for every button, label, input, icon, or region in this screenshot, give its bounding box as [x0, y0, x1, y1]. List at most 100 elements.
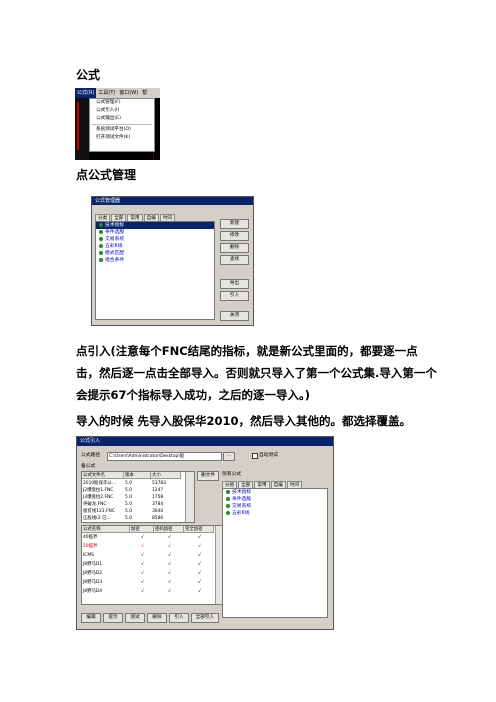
menu-screenshot: 公式(R) 工具(T) 窗口(W) 帮 公式管理(F) 公式引入(I) 公式输出(E)…	[75, 88, 160, 160]
import-all-button[interactable]: 全部引入	[191, 613, 219, 623]
manager-tabs: 分类 全部 常用 自编 时间	[95, 214, 176, 222]
table-row[interactable]: 40临界 √ √ √	[82, 534, 214, 541]
column-header: 密码加密	[154, 526, 184, 533]
table-row[interactable]: J8野马D3 √ √ √	[82, 579, 214, 586]
file-size: 1758	[152, 495, 164, 500]
file-size: 1247	[152, 488, 164, 493]
table-row[interactable]: 50临界 √ √ √	[82, 543, 214, 550]
list-item-label: 条件选股	[232, 497, 252, 502]
existing-list: 技术指标 条件选股 交易系统 五彩K线	[222, 488, 328, 618]
table-row[interactable]: 2010股保华公... 5.0 53783	[82, 480, 182, 487]
file-name: 庄股线(2.已...	[83, 516, 111, 521]
list-item-label: 交易系统	[232, 504, 252, 509]
password-encrypt-mark: √	[168, 589, 171, 594]
delete-file-button[interactable]: 删文件	[197, 471, 219, 481]
export-button[interactable]: 导出	[220, 279, 249, 289]
list-item[interactable]: 交易系统	[223, 503, 327, 510]
encrypt-mark: √	[141, 553, 144, 558]
table-row[interactable]: J3爆盘拉2.FNC 5.0 1758	[82, 494, 182, 501]
table-row[interactable]: J8野马D2 √ √ √	[82, 570, 214, 577]
list-item[interactable]: 交易系统	[96, 236, 214, 243]
modify-button[interactable]: 修改	[220, 231, 249, 241]
column-header: 大小	[151, 472, 181, 479]
column-header: 版本	[124, 472, 151, 479]
menu-item-open-test[interactable]: 打开测试文件(K)	[90, 134, 154, 142]
menu-tools[interactable]: 工具(T)	[96, 88, 117, 98]
encrypt-mark: √	[141, 589, 144, 594]
file-scrollbar[interactable]	[185, 472, 194, 522]
formula-name: ICMS	[83, 553, 94, 558]
close-button[interactable]: 关闭	[220, 311, 249, 321]
hint-button[interactable]: 提示	[103, 613, 123, 623]
browse-button[interactable]: ...	[223, 452, 235, 461]
test-button[interactable]: 测试	[125, 613, 145, 623]
full-encrypt-mark: √	[198, 553, 201, 558]
password-encrypt-mark: √	[168, 580, 171, 585]
list-item[interactable]: 条件选股	[96, 229, 214, 236]
import-title: 公式引入	[77, 437, 333, 446]
list-item[interactable]: 五彩K线	[96, 243, 214, 250]
menu-item-test-platform[interactable]: 系统测试平台(O)	[90, 126, 154, 134]
list-item-label: 条件选股	[105, 230, 125, 235]
delete-button[interactable]: 删除	[147, 613, 167, 623]
heading-formula: 公式	[76, 68, 101, 82]
table-row[interactable]: J8野马D1 √ √ √	[82, 561, 214, 568]
list-item[interactable]: 技术指标	[223, 489, 327, 496]
delete-button[interactable]: 删除	[220, 243, 249, 253]
table-row[interactable]: 突破龙.FNC 5.0 3784	[82, 501, 182, 508]
list-item-label: 五彩K线	[232, 511, 250, 516]
new-button[interactable]: 新建	[220, 219, 249, 229]
formula-name: J8野马D3	[83, 580, 103, 585]
file-version: 5.0	[125, 488, 132, 493]
file-version: 5.0	[125, 481, 132, 486]
import-order-note: 导入的时候 先导入股保华2010，然后导入其他的。都选择覆盖。	[76, 414, 412, 428]
encrypt-mark: √	[141, 571, 144, 576]
column-header: 公式文件名	[82, 472, 124, 479]
menu-item-manager[interactable]: 公式管理(F)	[90, 99, 154, 107]
left-group-label: 备公式	[81, 464, 96, 469]
import-button[interactable]: 引入	[220, 291, 249, 301]
import-screenshot: 公式引入 公式路径 C:\Users\Administrator\Desktop…	[76, 436, 334, 630]
formula-dropdown: 公式管理(F) 公式引入(I) 公式输出(E) 系统测试平台(O) 打开测试文件…	[89, 98, 155, 152]
list-item[interactable]: 五彩K线	[223, 510, 327, 517]
find-button[interactable]: 查找	[220, 255, 249, 265]
table-row[interactable]: J8野马D4 √ √ √	[82, 588, 214, 595]
menu-help[interactable]: 帮	[140, 88, 149, 98]
menubar: 公式(R) 工具(T) 窗口(W) 帮	[75, 88, 160, 98]
file-name: 突破龙.FNC	[83, 502, 107, 507]
edit-button[interactable]: 编辑	[81, 613, 101, 623]
red-line	[77, 102, 79, 150]
formula-name: 50临界	[83, 544, 98, 549]
list-item[interactable]: 模式匹配	[96, 250, 214, 257]
file-version: 5.0	[125, 516, 132, 521]
encrypt-mark: √	[141, 544, 144, 549]
folder-icon	[226, 510, 230, 515]
table-row[interactable]: ICMS √ √ √	[82, 552, 214, 559]
import-button[interactable]: 引入	[169, 613, 189, 623]
file-size: 53783	[152, 481, 166, 486]
table-row[interactable]: 极贫线123.FNC 5.0 3640	[82, 508, 182, 515]
manager-title: 公式管理器	[92, 197, 253, 205]
menu-item-export[interactable]: 公式输出(E)	[90, 115, 154, 123]
menu-item-import[interactable]: 公式引入(I)	[90, 107, 154, 115]
file-version: 5.0	[125, 502, 132, 507]
folder-icon	[226, 489, 230, 494]
list-item[interactable]: 条件选股	[223, 496, 327, 503]
formula-table: 公式名称 加密 密码加密 完全加密 40临界 √ √ √ 50临界 √ √ √ ICMS √ √…	[81, 525, 225, 605]
folder-icon	[226, 496, 230, 501]
table-row[interactable]: 庄股线(2.已... 5.0 8586	[82, 515, 182, 522]
table-row[interactable]: J2爆盘拉1.FNC 5.0 1247	[82, 487, 182, 494]
file-size: 8586	[152, 516, 164, 521]
list-item[interactable]: 技术指标	[96, 222, 214, 229]
list-item[interactable]: 组合条件	[96, 257, 214, 264]
encrypt-mark: √	[141, 535, 144, 540]
password-encrypt-mark: √	[168, 535, 171, 540]
formula-name: J8野马D1	[83, 562, 103, 567]
right-group-label: 现有公式	[222, 472, 242, 477]
menu-window[interactable]: 窗口(W)	[117, 88, 140, 98]
auto-test-checkbox[interactable]	[252, 453, 258, 459]
full-encrypt-mark: √	[198, 562, 201, 567]
menu-formula[interactable]: 公式(R)	[75, 88, 97, 98]
path-input[interactable]: C:\Users\Administrator\Desktop\股	[107, 452, 222, 461]
manager-list: 技术指标 条件选股 交易系统 五彩K线 模式匹配 组合条件	[95, 221, 215, 320]
